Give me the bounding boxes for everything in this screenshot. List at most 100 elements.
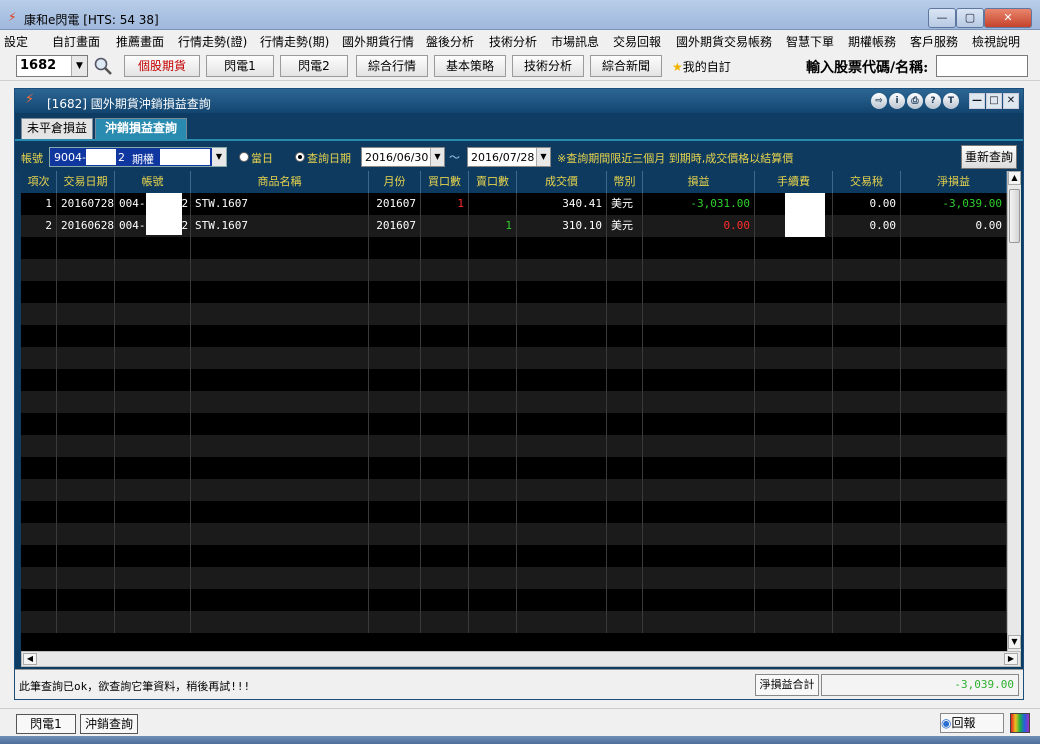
- menu-technical-analysis[interactable]: 技術分析: [489, 33, 537, 50]
- menu-custom-screen[interactable]: 自訂畫面: [52, 33, 100, 50]
- chevron-down-icon[interactable]: ▼: [536, 148, 550, 166]
- column-header-product[interactable]: 商品名稱: [191, 171, 369, 193]
- column-header-sell[interactable]: 賣口數: [469, 171, 517, 193]
- table-row[interactable]: [21, 325, 1007, 347]
- composite-news-button[interactable]: 綜合新聞: [590, 55, 662, 77]
- column-header-fee[interactable]: 手續費: [755, 171, 833, 193]
- column-header-acct[interactable]: 帳號: [115, 171, 191, 193]
- flash1-button[interactable]: 閃電1: [206, 55, 274, 77]
- column-header-net[interactable]: 淨損益: [901, 171, 1007, 193]
- table-row[interactable]: [21, 237, 1007, 259]
- my-favorites-link[interactable]: ★我的自訂: [672, 58, 731, 75]
- inner-maximize-button[interactable]: □: [986, 93, 1002, 109]
- account-select[interactable]: 9004- 2 期權 ▼: [49, 147, 227, 167]
- chevron-down-icon[interactable]: ▼: [212, 148, 226, 166]
- cell-fee: [755, 193, 833, 215]
- column-header-pnl[interactable]: 損益: [643, 171, 755, 193]
- column-header-no[interactable]: 項次: [21, 171, 57, 193]
- menu-quotes-stock[interactable]: 行情走勢(證): [178, 33, 247, 50]
- cell-net: 0.00: [901, 215, 1007, 237]
- scroll-right-icon[interactable]: ▶: [1004, 653, 1018, 665]
- column-header-date[interactable]: 交易日期: [57, 171, 115, 193]
- radio-today[interactable]: [239, 152, 249, 162]
- basic-strategy-button[interactable]: 基本策略: [434, 55, 506, 77]
- table-row[interactable]: [21, 457, 1007, 479]
- column-header-tax[interactable]: 交易稅: [833, 171, 901, 193]
- tab-open-position-pnl[interactable]: 未平倉損益: [21, 118, 93, 139]
- table-row[interactable]: [21, 259, 1007, 281]
- flash2-button[interactable]: 閃電2: [280, 55, 348, 77]
- chevron-down-icon[interactable]: ▼: [71, 56, 87, 76]
- menu-customer-service[interactable]: 客戶服務: [910, 33, 958, 50]
- export-icon[interactable]: ⇨: [871, 93, 887, 109]
- table-row[interactable]: [21, 347, 1007, 369]
- pin-icon[interactable]: T: [943, 93, 959, 109]
- table-row[interactable]: [21, 281, 1007, 303]
- color-palette-icon[interactable]: [1010, 713, 1030, 733]
- table-row[interactable]: [21, 567, 1007, 589]
- table-row[interactable]: [21, 523, 1007, 545]
- table-row[interactable]: [21, 611, 1007, 633]
- column-header-month[interactable]: 月份: [369, 171, 421, 193]
- stock-futures-button[interactable]: 個股期貨: [124, 55, 200, 77]
- menu-quotes-futures[interactable]: 行情走勢(期): [260, 33, 329, 50]
- bottom-tab-flash1[interactable]: 閃電1: [16, 714, 76, 734]
- menu-foreign-futures-account[interactable]: 國外期貨交易帳務: [676, 33, 772, 50]
- menu-help[interactable]: 檢視說明: [972, 33, 1020, 50]
- column-header-price[interactable]: 成交價: [517, 171, 607, 193]
- table-row[interactable]: [21, 391, 1007, 413]
- cell-date: [57, 523, 115, 545]
- table-row[interactable]: [21, 501, 1007, 523]
- menu-market-news[interactable]: 市場訊息: [551, 33, 599, 50]
- table-row[interactable]: 2 20160628 004- 2 STW.1607 201607 1 310.10 美元 0.0…: [21, 215, 1007, 237]
- bottom-tab-offset-query[interactable]: 沖銷查詢: [80, 714, 138, 734]
- scroll-up-icon[interactable]: ▲: [1008, 171, 1021, 185]
- table-row[interactable]: [21, 303, 1007, 325]
- menu-options-account[interactable]: 期權帳務: [848, 33, 896, 50]
- close-button[interactable]: ✕: [984, 8, 1032, 28]
- cell-month: [369, 303, 421, 325]
- horizontal-scrollbar[interactable]: ◀ ▶: [21, 651, 1021, 667]
- maximize-button[interactable]: ▢: [956, 8, 984, 28]
- refresh-query-button[interactable]: 重新查詢: [961, 145, 1017, 169]
- table-row[interactable]: [21, 369, 1007, 391]
- stock-code-select[interactable]: 1682 ▼: [16, 55, 88, 77]
- column-header-buy[interactable]: 買口數: [421, 171, 469, 193]
- offset-pnl-table: 項次 交易日期 帳號 商品名稱 月份 買口數 賣口數 成交價 幣別 損益 手續費 交易稅 淨損益 1 20…: [21, 171, 1007, 651]
- menu-settings[interactable]: 設定: [4, 33, 28, 50]
- table-row[interactable]: [21, 545, 1007, 567]
- cell-no: [21, 545, 57, 567]
- cell-price: [517, 435, 607, 457]
- table-row[interactable]: [21, 589, 1007, 611]
- menu-recommended-screen[interactable]: 推薦畫面: [116, 33, 164, 50]
- chevron-down-icon[interactable]: ▼: [430, 148, 444, 166]
- table-row[interactable]: [21, 435, 1007, 457]
- report-button[interactable]: ◉回報: [940, 713, 1004, 733]
- menu-trade-report[interactable]: 交易回報: [613, 33, 661, 50]
- print-icon[interactable]: ⎙: [907, 93, 923, 109]
- help-icon[interactable]: ?: [925, 93, 941, 109]
- scroll-down-icon[interactable]: ▼: [1008, 635, 1021, 649]
- tab-offset-pnl-query[interactable]: 沖銷損益查詢: [95, 118, 187, 139]
- menu-smart-order[interactable]: 智慧下單: [786, 33, 834, 50]
- table-row[interactable]: [21, 479, 1007, 501]
- composite-quotes-button[interactable]: 綜合行情: [356, 55, 428, 77]
- inner-close-button[interactable]: ✕: [1003, 93, 1019, 109]
- info-icon[interactable]: i: [889, 93, 905, 109]
- stock-code-input[interactable]: [936, 55, 1028, 77]
- menu-after-hours[interactable]: 盤後分析: [426, 33, 474, 50]
- radio-date-range[interactable]: [295, 152, 305, 162]
- vertical-scrollbar[interactable]: ▲ ▼: [1007, 171, 1021, 651]
- menu-foreign-futures-quotes[interactable]: 國外期貨行情: [342, 33, 414, 50]
- column-header-currency[interactable]: 幣別: [607, 171, 643, 193]
- table-row[interactable]: [21, 413, 1007, 435]
- scroll-thumb[interactable]: [1009, 189, 1020, 243]
- inner-minimize-button[interactable]: —: [969, 93, 985, 109]
- technical-analysis-button[interactable]: 技術分析: [512, 55, 584, 77]
- date-to-select[interactable]: 2016/07/28 ▼: [467, 147, 551, 167]
- search-icon[interactable]: [92, 56, 114, 76]
- scroll-left-icon[interactable]: ◀: [23, 653, 37, 665]
- date-from-select[interactable]: 2016/06/30 ▼: [361, 147, 445, 167]
- table-row[interactable]: 1 20160728 004- 2 STW.1607 201607 1 340.41 美元 -3,…: [21, 193, 1007, 215]
- minimize-button[interactable]: —: [928, 8, 956, 28]
